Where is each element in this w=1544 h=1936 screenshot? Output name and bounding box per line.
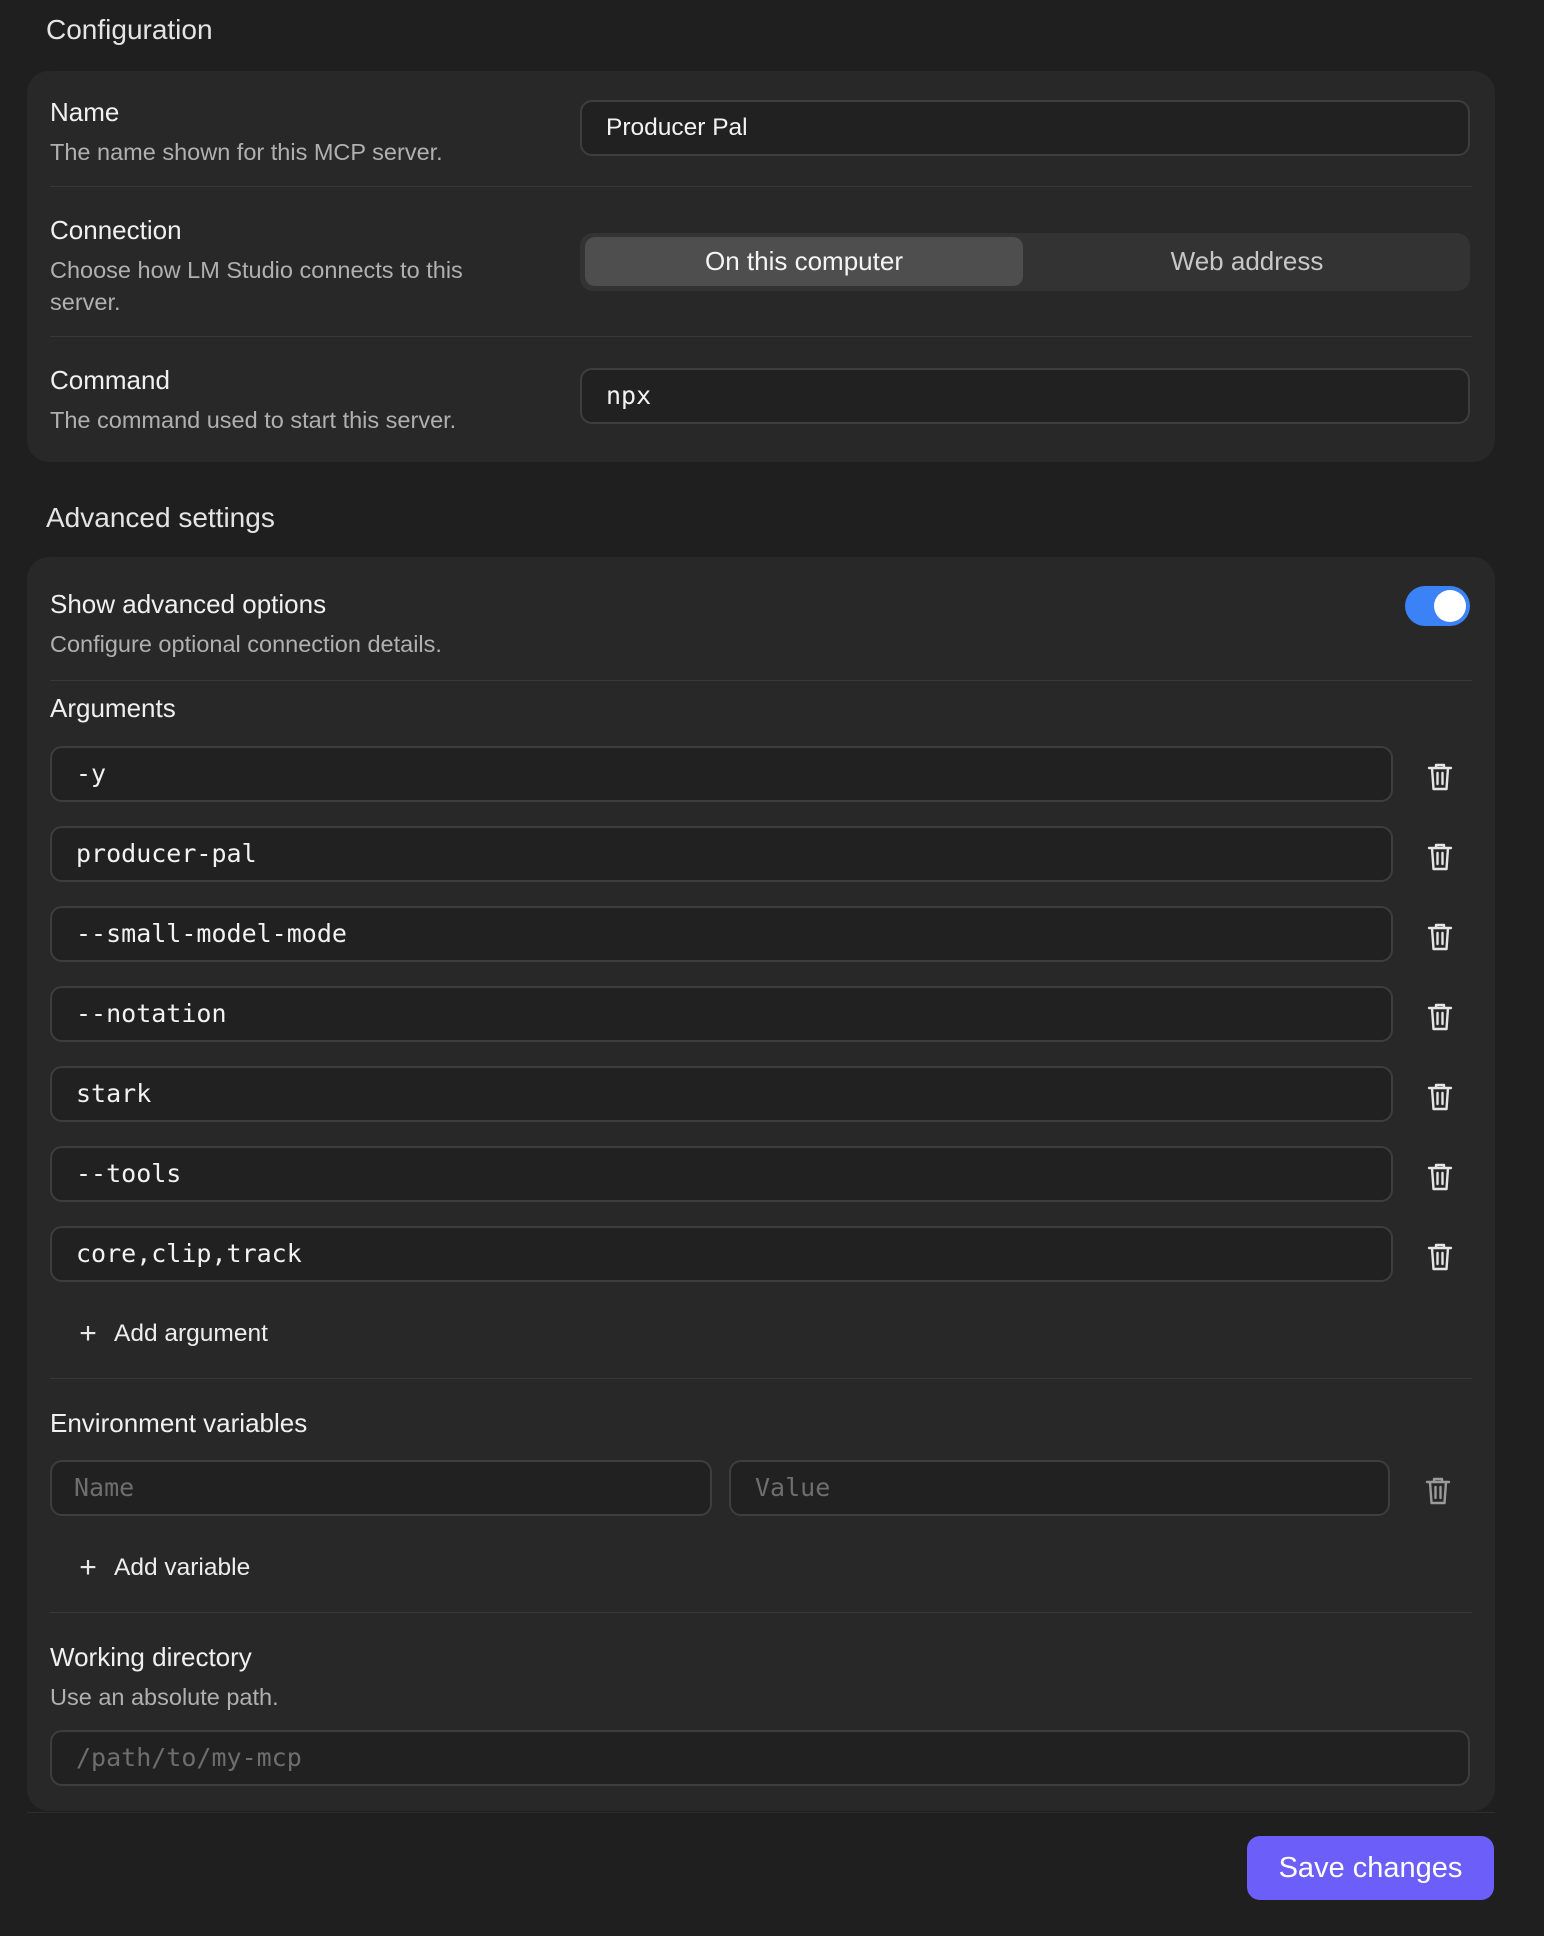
trash-icon[interactable]	[1424, 920, 1456, 954]
arguments-row: Arguments	[50, 693, 1472, 724]
argument-input-7[interactable]: core,clip,track	[50, 1226, 1393, 1282]
argument-input-6[interactable]: --tools	[50, 1146, 1393, 1202]
argument-input-3[interactable]: --small-model-mode	[50, 906, 1393, 962]
divider	[50, 680, 1472, 681]
divider	[50, 186, 1472, 187]
trash-icon[interactable]	[1424, 1080, 1456, 1114]
argument-input-2[interactable]: producer-pal	[50, 826, 1393, 882]
plus-icon: +	[79, 1551, 97, 1584]
footer-divider	[27, 1812, 1495, 1813]
argument-input-1[interactable]: -y	[50, 746, 1393, 802]
trash-icon[interactable]	[1424, 840, 1456, 874]
divider	[50, 1612, 1472, 1613]
trash-icon[interactable]	[1424, 1240, 1456, 1274]
connection-segmented-control: On this computer Web address	[580, 233, 1470, 291]
trash-icon[interactable]	[1424, 760, 1456, 794]
connection-option-local[interactable]: On this computer	[585, 237, 1023, 286]
add-argument-label: Add argument	[114, 1320, 268, 1347]
connection-option-web[interactable]: Web address	[1028, 237, 1466, 286]
trash-icon[interactable]	[1424, 1000, 1456, 1034]
environment-variables-label: Environment variables	[50, 1408, 308, 1438]
show-advanced-row: Show advanced options Configure optional…	[50, 589, 1472, 660]
working-directory-row: Working directory Use an absolute path.	[50, 1642, 279, 1713]
command-input[interactable]: npx	[580, 368, 1470, 424]
save-changes-button[interactable]: Save changes	[1247, 1836, 1494, 1900]
name-input[interactable]: Producer Pal	[580, 100, 1470, 156]
trash-icon[interactable]	[1422, 1474, 1454, 1508]
env-value-input[interactable]: Value	[729, 1460, 1390, 1516]
trash-icon[interactable]	[1424, 1160, 1456, 1194]
add-variable-button[interactable]: + Add variable	[76, 1548, 250, 1588]
argument-input-4[interactable]: --notation	[50, 986, 1393, 1042]
configuration-section-title: Configuration	[46, 14, 213, 45]
divider	[50, 336, 1472, 337]
connection-description: Choose how LM Studio connects to this se…	[50, 257, 463, 315]
working-directory-label: Working directory	[50, 1642, 252, 1672]
show-advanced-toggle[interactable]	[1405, 586, 1470, 626]
add-argument-button[interactable]: + Add argument	[76, 1314, 268, 1354]
advanced-section-title: Advanced settings	[46, 502, 275, 533]
add-variable-label: Add variable	[114, 1554, 251, 1581]
name-description: The name shown for this MCP server.	[50, 139, 443, 165]
show-advanced-description: Configure optional connection details.	[50, 631, 442, 657]
plus-icon: +	[79, 1317, 97, 1350]
working-directory-description: Use an absolute path.	[50, 1684, 279, 1710]
divider	[50, 1378, 1472, 1379]
command-description: The command used to start this server.	[50, 407, 457, 433]
arguments-label: Arguments	[50, 693, 176, 723]
show-advanced-label: Show advanced options	[50, 589, 327, 619]
argument-input-5[interactable]: stark	[50, 1066, 1393, 1122]
toggle-knob	[1434, 590, 1466, 622]
working-directory-input[interactable]: /path/to/my-mcp	[50, 1730, 1470, 1786]
env-name-input[interactable]: Name	[50, 1460, 712, 1516]
